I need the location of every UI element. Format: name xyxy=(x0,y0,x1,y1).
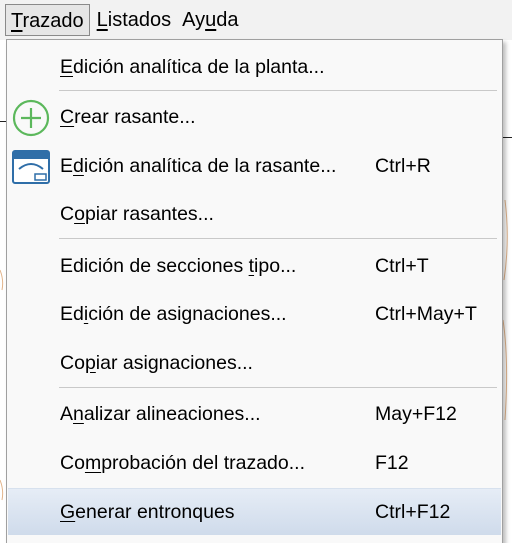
menu-item-label: Generar entronques xyxy=(60,501,235,523)
trazado-dropdown-menu: Edición analítica de la planta... Crear … xyxy=(6,39,503,543)
menu-item-shortcut: Ctrl+R xyxy=(375,155,431,177)
profile-window-icon xyxy=(12,150,50,184)
menu-item-label: Edición de secciones tipo... xyxy=(60,255,297,277)
menubar: Trazado Listados Ayuda xyxy=(0,0,512,40)
menu-item-edicion-rasante[interactable]: Edición analítica de la rasante... Ctrl+… xyxy=(8,143,501,190)
menu-item-label: Analizar alineaciones... xyxy=(60,403,261,425)
menu-item-shortcut: Ctrl+T xyxy=(375,255,429,277)
menu-item-crear-rasante[interactable]: Crear rasante... xyxy=(8,94,501,141)
menu-separator xyxy=(59,387,497,388)
menu-item-label: Edición de asignaciones... xyxy=(60,303,287,325)
menu-item-comprobacion-trazado[interactable]: Comprobación del trazado... F12 xyxy=(8,440,501,487)
add-circle-icon xyxy=(12,99,50,137)
menu-item-label: Crear rasante... xyxy=(60,106,196,128)
menu-item-edicion-planta[interactable]: Edición analítica de la planta... xyxy=(8,44,501,91)
menu-item-analizar-alineaciones[interactable]: Analizar alineaciones... May+F12 xyxy=(8,391,501,438)
menu-separator xyxy=(59,238,497,239)
menu-item-copiar-rasantes[interactable]: Copiar rasantes... xyxy=(8,191,501,238)
app-window: Trazado Listados Ayuda Edición analítica… xyxy=(0,0,512,543)
menu-item-generar-entronques[interactable]: Generar entronques Ctrl+F12 xyxy=(8,488,501,535)
menu-item-copiar-asignaciones[interactable]: Copiar asignaciones... xyxy=(8,340,501,387)
menu-item-label: Copiar asignaciones... xyxy=(60,352,253,374)
menu-separator xyxy=(59,90,497,91)
menu-item-label: Copiar rasantes... xyxy=(60,203,214,225)
menu-item-label: Edición analítica de la planta... xyxy=(60,56,325,78)
menu-item-shortcut: Ctrl+May+T xyxy=(375,303,477,325)
menu-listados[interactable]: Listados xyxy=(93,4,176,36)
menu-item-label: Edición analítica de la rasante... xyxy=(60,155,337,177)
menu-trazado[interactable]: Trazado xyxy=(5,4,90,36)
menu-item-shortcut: F12 xyxy=(375,452,409,474)
menu-item-shortcut: Ctrl+F12 xyxy=(375,501,451,523)
menu-ayuda[interactable]: Ayuda xyxy=(178,4,242,36)
menu-item-label: Comprobación del trazado... xyxy=(60,452,305,474)
menu-item-edicion-secciones-tipo[interactable]: Edición de secciones tipo... Ctrl+T xyxy=(8,243,501,290)
menu-item-edicion-asignaciones[interactable]: Edición de asignaciones... Ctrl+May+T xyxy=(8,291,501,338)
menu-item-shortcut: May+F12 xyxy=(375,403,457,425)
